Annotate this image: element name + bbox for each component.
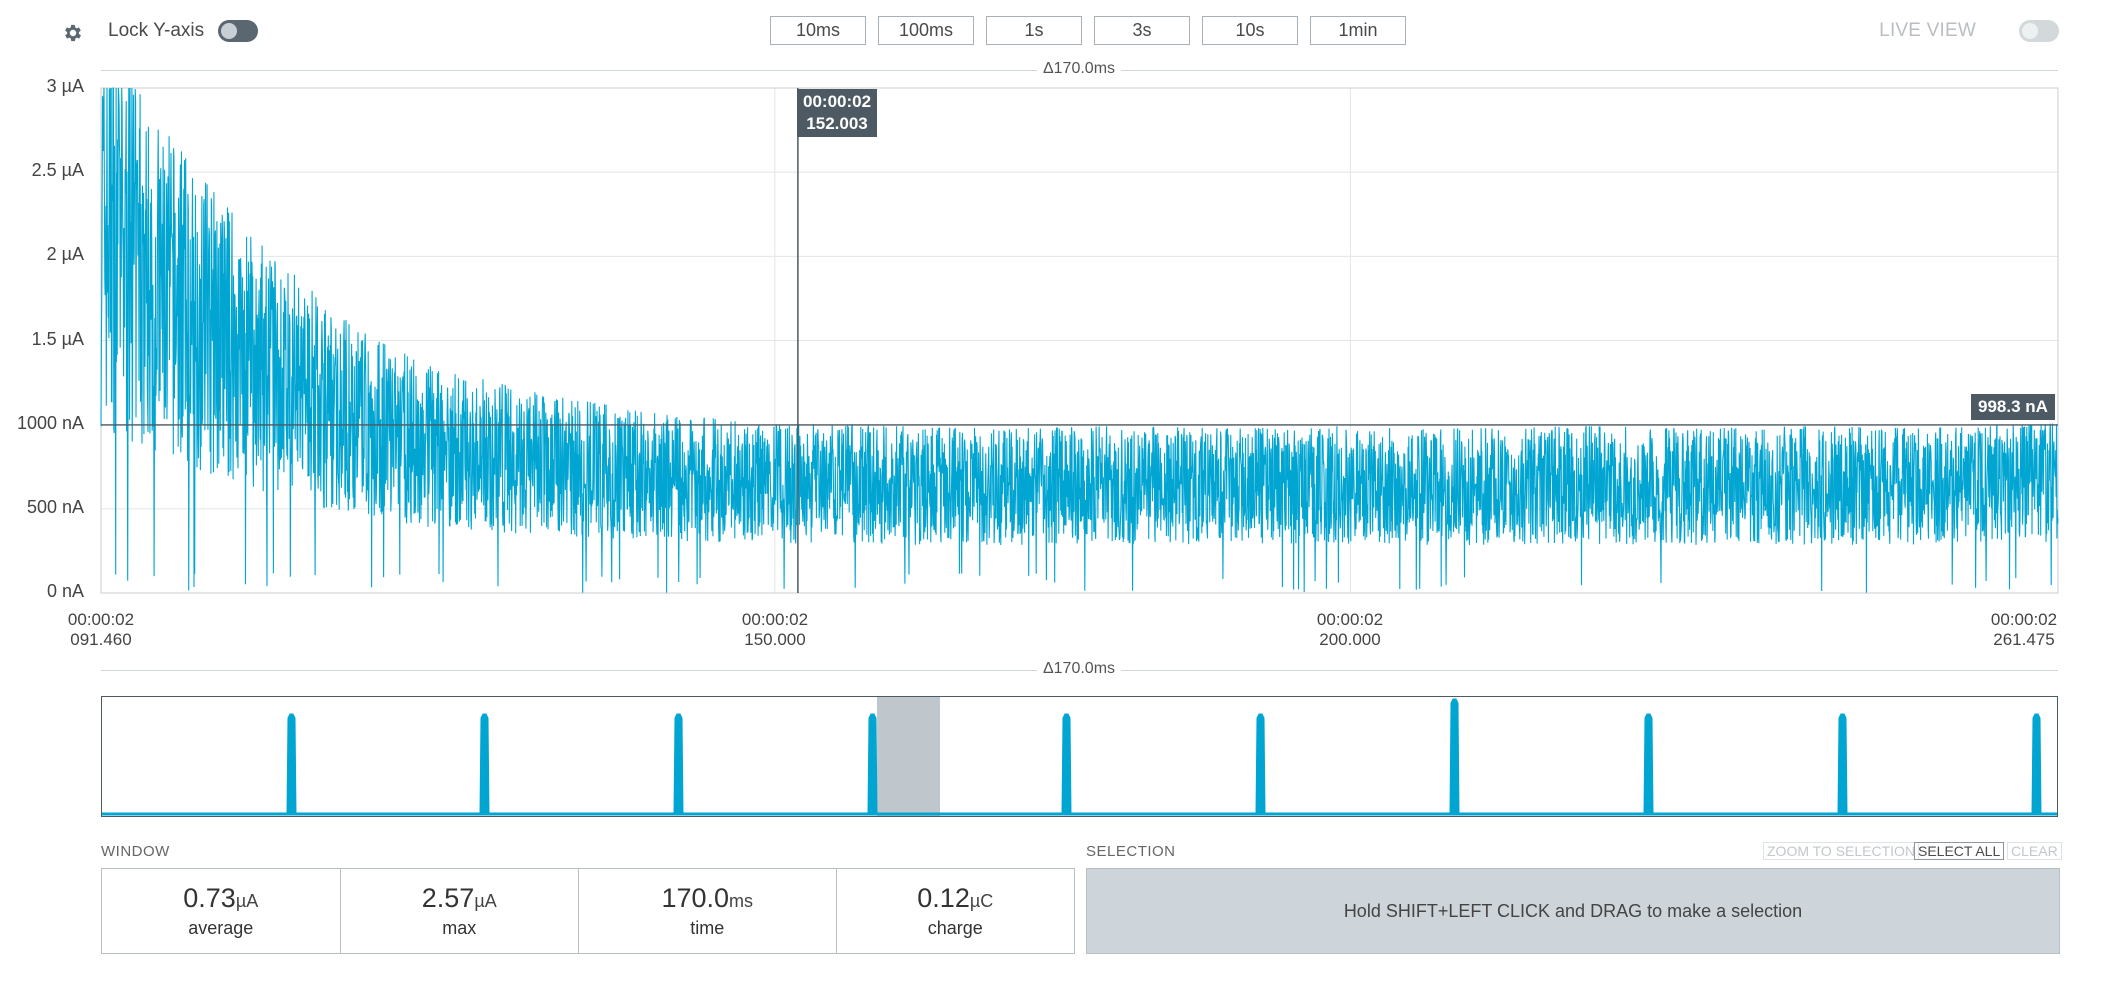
stat-max: 2.57µA max [341, 869, 579, 953]
select-all-button[interactable]: SELECT ALL [1914, 842, 2005, 860]
x-tick-label: 00:00:02 091.460 [67, 610, 135, 649]
x-tick-label: 00:00:02 261.475 [1990, 610, 2058, 649]
stat-average: 0.73µA average [102, 869, 341, 953]
y-tick-label: 0 nA [46, 581, 84, 601]
main-chart[interactable] [0, 70, 2111, 610]
window-stats: 0.73µA average 2.57µA max 170.0ms time 0… [101, 868, 1075, 954]
stat-value: 170.0 [661, 883, 730, 913]
lock-y-axis-label: Lock Y-axis [108, 20, 205, 41]
toggle-knob [221, 23, 237, 39]
stat-label: max [442, 918, 477, 938]
overview-frame [101, 696, 2058, 817]
overview-pulse [867, 713, 878, 815]
cursor-time-tag: 00:00:02 152.003 [797, 89, 878, 137]
x-tick-label: 00:00:02 150.000 [741, 610, 809, 649]
window-button-1min[interactable]: 1min [1310, 16, 1406, 45]
y-tick-label: 3 µA [46, 76, 84, 96]
overview-pulse [1449, 698, 1460, 815]
window-button-10ms[interactable]: 10ms [770, 16, 866, 45]
stat-unit: ms [729, 891, 754, 911]
selection-section-title: SELECTION [1086, 843, 1176, 860]
overview-delta-label: Δ170.0ms [1036, 660, 1122, 678]
window-button-10s[interactable]: 10s [1202, 16, 1298, 45]
y-tick-label: 2 µA [46, 244, 84, 264]
overview-pulse [1837, 713, 1848, 815]
stat-value: 2.57 [421, 883, 475, 913]
window-section-title: WINDOW [101, 843, 170, 860]
overview-pulse [286, 713, 297, 815]
clear-button[interactable]: CLEAR [2007, 842, 2062, 860]
y-tick-label: 1000 nA [16, 413, 84, 433]
overview-pulse [2031, 713, 2042, 815]
live-view-toggle[interactable] [2019, 20, 2059, 42]
overview-pulse [1061, 713, 1072, 815]
overview-pulse [1643, 713, 1654, 815]
live-view-label: LIVE VIEW [1879, 20, 1976, 41]
overview-window-highlight[interactable] [877, 697, 940, 816]
stat-unit: µC [969, 891, 994, 911]
stat-label: charge [927, 918, 983, 938]
y-tick-label: 1.5 µA [31, 329, 84, 349]
y-tick-label: 2.5 µA [31, 160, 84, 180]
lock-y-axis-toggle[interactable] [218, 20, 258, 42]
zoom-to-selection-button[interactable]: ZOOM TO SELECTION [1763, 842, 1920, 860]
stat-time: 170.0ms time [579, 869, 837, 953]
stat-unit: µA [235, 891, 259, 911]
stat-label: average [188, 918, 254, 938]
selection-hint-box: Hold SHIFT+LEFT CLICK and DRAG to make a… [1086, 868, 2060, 954]
stat-value: 0.12 [917, 883, 970, 913]
stat-charge: 0.12µC charge [837, 869, 1075, 953]
overview-pulse [673, 713, 684, 815]
stat-unit: µA [474, 891, 497, 911]
hline-value-tag: 998.3 nA [1971, 394, 2055, 420]
window-button-100ms[interactable]: 100ms [878, 16, 974, 45]
x-tick-label: 00:00:02 200.000 [1316, 610, 1384, 649]
stat-value: 0.73 [183, 883, 236, 913]
toggle-knob [2022, 23, 2038, 39]
gear-icon[interactable] [62, 22, 84, 44]
overview-pulse [1255, 713, 1266, 815]
window-button-1s[interactable]: 1s [986, 16, 1082, 45]
y-tick-label: 500 nA [26, 497, 84, 517]
stat-label: time [690, 918, 725, 938]
overview-pulse [479, 713, 490, 815]
overview-chart[interactable] [101, 696, 2058, 817]
window-button-3s[interactable]: 3s [1094, 16, 1190, 45]
